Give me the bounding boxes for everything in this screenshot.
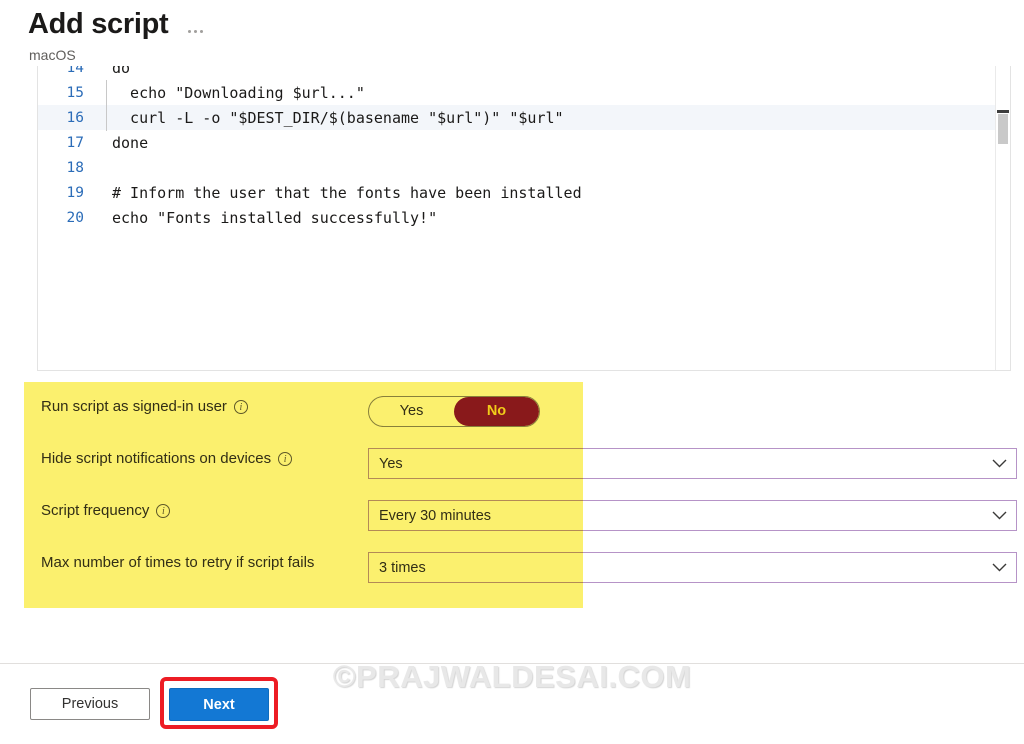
- toggle-run-as-signed-in-user[interactable]: Yes No: [368, 396, 540, 427]
- code-line[interactable]: 20 echo "Fonts installed successfully!": [38, 205, 1010, 230]
- previous-button[interactable]: Previous: [30, 688, 150, 720]
- script-settings-form: Run script as signed-in user i Yes No Hid…: [0, 382, 1024, 612]
- toggle-option-yes[interactable]: Yes: [369, 397, 454, 426]
- chevron-down-icon[interactable]: [982, 511, 1016, 520]
- info-icon[interactable]: i: [156, 504, 171, 518]
- ellipsis-dot-3: [200, 29, 204, 33]
- toggle-option-no[interactable]: No: [454, 397, 539, 426]
- code-line[interactable]: 15 echo "Downloading $url...": [38, 79, 1010, 106]
- footer-bar: Previous Next: [0, 664, 1024, 744]
- label-text: Hide script notifications on devices: [41, 450, 272, 467]
- line-number: 16: [66, 109, 84, 126]
- line-content: done: [112, 133, 149, 152]
- line-number: 14: [66, 66, 84, 76]
- label-text: Script frequency: [41, 502, 150, 519]
- code-line[interactable]: 17 done: [38, 130, 1010, 155]
- line-number: 15: [66, 84, 84, 101]
- line-content: echo "Downloading $url...": [96, 79, 1010, 106]
- code-line[interactable]: 19 # Inform the user that the fonts have…: [38, 180, 1010, 205]
- line-number: 18: [66, 159, 84, 176]
- page-header: Add script macOS: [0, 0, 1024, 66]
- chevron-down-icon[interactable]: [982, 459, 1016, 468]
- line-content: echo "Fonts installed successfully!": [112, 208, 438, 227]
- line-content: do: [112, 66, 131, 77]
- editor-content[interactable]: 14 do 15 echo "Downloading $url..." 16 c…: [38, 66, 1010, 230]
- dropdown-hide-notifications[interactable]: Yes: [368, 448, 1017, 479]
- dropdown-script-frequency[interactable]: Every 30 minutes: [368, 500, 1017, 531]
- line-number: 20: [66, 209, 84, 226]
- next-button[interactable]: Next: [169, 688, 269, 721]
- label-max-retries: Max number of times to retry if script f…: [41, 554, 315, 571]
- code-line[interactable]: 18: [38, 155, 1010, 180]
- ellipsis-dot-2: [194, 29, 198, 33]
- label-text: Run script as signed-in user: [41, 398, 227, 415]
- dropdown-value: 3 times: [379, 559, 426, 576]
- info-icon[interactable]: i: [233, 400, 248, 414]
- dropdown-max-retries[interactable]: 3 times: [368, 552, 1017, 583]
- label-run-as-signed-in-user: Run script as signed-in user i: [41, 396, 351, 417]
- dropdown-value: Every 30 minutes: [379, 507, 492, 524]
- page-subtitle: macOS: [29, 47, 76, 63]
- scrollbar-thumb[interactable]: [997, 110, 1009, 144]
- script-code-editor[interactable]: 14 do 15 echo "Downloading $url..." 16 c…: [37, 66, 1011, 371]
- label-script-frequency: Script frequency i: [41, 500, 351, 521]
- editor-vertical-scrollbar[interactable]: [995, 66, 1010, 370]
- line-content: curl -L -o "$DEST_DIR/$(basename "$url")…: [96, 104, 1010, 131]
- code-line[interactable]: 14 do: [38, 66, 1010, 80]
- dropdown-value: Yes: [379, 455, 403, 472]
- line-number: 19: [66, 184, 84, 201]
- chevron-down-icon[interactable]: [982, 563, 1016, 572]
- code-line-active[interactable]: 16 curl -L -o "$DEST_DIR/$(basename "$ur…: [38, 104, 1010, 131]
- line-content: # Inform the user that the fonts have be…: [112, 183, 582, 202]
- info-icon[interactable]: i: [278, 452, 293, 466]
- title-row: Add script: [28, 6, 207, 42]
- label-hide-notifications: Hide script notifications on devices i: [41, 448, 351, 469]
- ellipsis-dot-1: [188, 29, 192, 33]
- more-options-icon[interactable]: [184, 20, 207, 37]
- line-number: 17: [66, 134, 84, 151]
- page-title: Add script: [28, 8, 169, 40]
